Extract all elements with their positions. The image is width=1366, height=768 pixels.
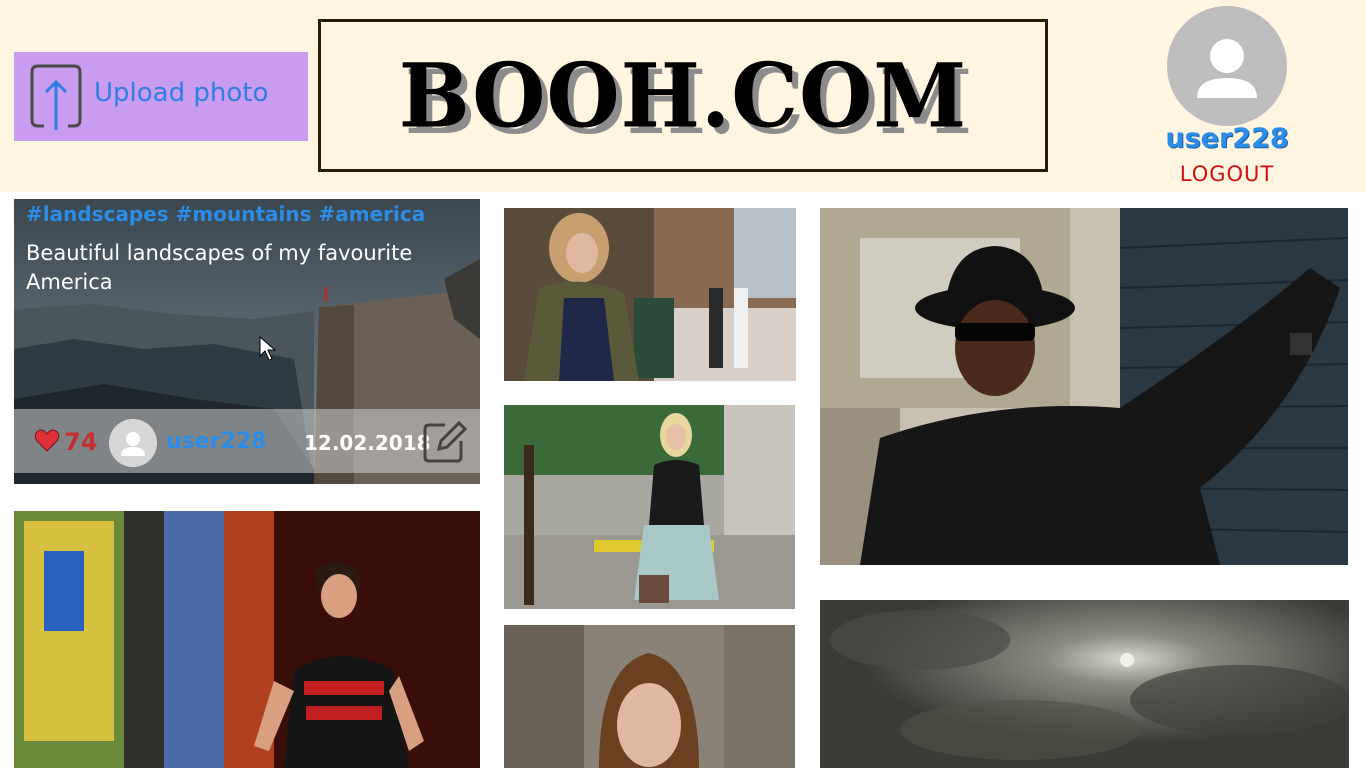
site-logo[interactable]: BOOH.COM xyxy=(318,19,1048,172)
post-author[interactable]: user228 xyxy=(166,429,266,454)
post-footer: 74 user228 12.02.2018 xyxy=(14,409,480,473)
likes-count: 74 xyxy=(64,428,98,456)
photo-sidewalk-portrait[interactable] xyxy=(504,405,795,609)
post-date: 12.02.2018 xyxy=(304,431,431,455)
photo-close-portrait[interactable] xyxy=(504,625,795,768)
featured-post-card[interactable]: #landscapes #mountains #america Beautifu… xyxy=(14,199,480,484)
author-avatar-icon[interactable] xyxy=(109,419,157,467)
photo-graffiti-portrait[interactable] xyxy=(14,511,480,768)
logout-button[interactable]: LOGOUT xyxy=(1140,162,1314,186)
mouse-cursor-icon xyxy=(259,336,277,361)
upload-icon xyxy=(30,64,82,130)
heart-icon[interactable] xyxy=(34,429,60,453)
header: Upload photo BOOH.COM user228 LOGOUT xyxy=(0,0,1366,192)
photo-street-portrait[interactable] xyxy=(504,208,796,381)
photo-hat-portrait[interactable] xyxy=(820,208,1348,565)
upload-photo-label: Upload photo xyxy=(94,78,269,108)
user-avatar-icon[interactable] xyxy=(1167,6,1287,126)
header-username[interactable]: user228 xyxy=(1140,123,1314,154)
logo-text: BOOH.COM xyxy=(398,43,968,148)
photo-stormy-sky[interactable] xyxy=(820,600,1349,768)
upload-photo-button[interactable]: Upload photo xyxy=(14,52,308,141)
edit-icon[interactable] xyxy=(421,419,467,465)
post-tags[interactable]: #landscapes #mountains #america xyxy=(26,202,425,226)
post-title: Beautiful landscapes of my favourite Ame… xyxy=(26,241,413,294)
